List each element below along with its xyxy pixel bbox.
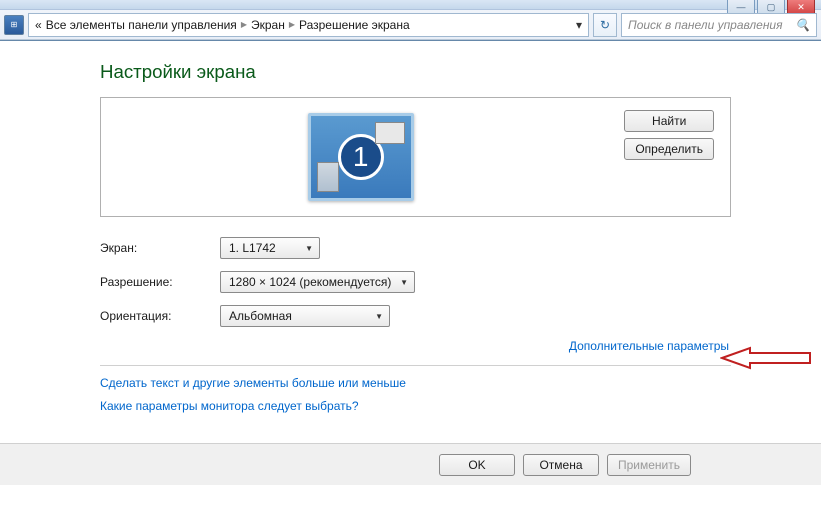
control-panel-icon: ⊞ [4, 15, 24, 35]
back-chevrons-icon: « [35, 18, 42, 32]
monitor-preview[interactable]: 1 [113, 106, 608, 208]
monitor-preview-panel: 1 Найти Определить [100, 97, 731, 217]
chevron-down-icon[interactable]: ▾ [576, 18, 582, 32]
dialog-button-bar: OK Отмена Применить [0, 443, 821, 485]
breadcrumb-item[interactable]: Экран [251, 18, 285, 32]
search-icon: 🔍 [795, 18, 810, 32]
resolution-label: Разрешение: [100, 275, 220, 289]
settings-form: Экран: 1. L1742 ▼ Разрешение: 1280 × 102… [100, 237, 731, 327]
search-placeholder: Поиск в панели управления [628, 18, 783, 32]
chevron-right-icon: ▶ [289, 20, 295, 29]
identify-button[interactable]: Определить [624, 138, 714, 160]
monitor-help-link[interactable]: Какие параметры монитора следует выбрать… [100, 399, 731, 413]
display-label: Экран: [100, 241, 220, 255]
breadcrumb-item[interactable]: Все элементы панели управления [46, 18, 237, 32]
orientation-value: Альбомная [229, 309, 292, 323]
search-input[interactable]: Поиск в панели управления 🔍 [621, 13, 817, 37]
window-titlebar: — ▢ ✕ [0, 0, 821, 10]
monitor-thumbnail[interactable]: 1 [308, 113, 414, 201]
resolution-value: 1280 × 1024 (рекомендуется) [229, 275, 391, 289]
chevron-down-icon: ▼ [305, 244, 313, 253]
display-row: Экран: 1. L1742 ▼ [100, 237, 731, 259]
cancel-button[interactable]: Отмена [523, 454, 599, 476]
breadcrumb-item[interactable]: Разрешение экрана [299, 18, 410, 32]
resolution-row: Разрешение: 1280 × 1024 (рекомендуется) … [100, 271, 731, 293]
breadcrumb[interactable]: « Все элементы панели управления ▶ Экран… [28, 13, 589, 37]
chevron-down-icon: ▼ [400, 278, 408, 287]
apply-button[interactable]: Применить [607, 454, 691, 476]
orientation-dropdown[interactable]: Альбомная ▼ [220, 305, 390, 327]
help-links: Сделать текст и другие элементы больше и… [100, 376, 731, 413]
refresh-button[interactable]: ↻ [593, 13, 617, 37]
chevron-right-icon: ▶ [241, 20, 247, 29]
advanced-link-row: Дополнительные параметры [100, 339, 731, 353]
arrow-annotation-icon [720, 344, 812, 372]
panel-buttons: Найти Определить [620, 106, 718, 208]
text-size-link[interactable]: Сделать текст и другие элементы больше и… [100, 376, 731, 390]
content-area: Настройки экрана 1 Найти Определить Экра… [0, 41, 821, 432]
chevron-down-icon: ▼ [375, 312, 383, 321]
window-preview-icon [317, 162, 339, 192]
address-bar: ⊞ « Все элементы панели управления ▶ Экр… [0, 10, 821, 40]
refresh-icon: ↻ [600, 18, 610, 32]
window-preview-icon [375, 122, 405, 144]
page-title: Настройки экрана [100, 61, 731, 83]
advanced-settings-link[interactable]: Дополнительные параметры [569, 339, 729, 353]
orientation-row: Ориентация: Альбомная ▼ [100, 305, 731, 327]
display-value: 1. L1742 [229, 241, 276, 255]
display-dropdown[interactable]: 1. L1742 ▼ [220, 237, 320, 259]
divider [100, 365, 731, 366]
detect-button[interactable]: Найти [624, 110, 714, 132]
ok-button[interactable]: OK [439, 454, 515, 476]
resolution-dropdown[interactable]: 1280 × 1024 (рекомендуется) ▼ [220, 271, 415, 293]
orientation-label: Ориентация: [100, 309, 220, 323]
